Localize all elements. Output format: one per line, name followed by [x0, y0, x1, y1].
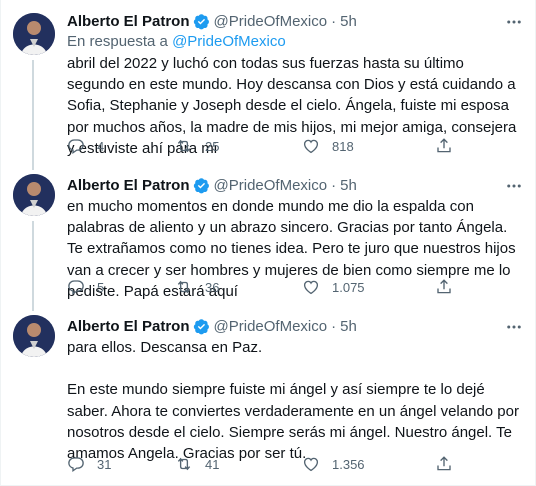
like-count: 1.075 — [332, 279, 365, 295]
tweet-header: Alberto El Patron @PrideOfMexico · 5h — [67, 11, 523, 31]
author-name[interactable]: Alberto El Patron — [67, 13, 190, 30]
tweet[interactable]: Alberto El Patron @PrideOfMexico · 5h en… — [1, 161, 535, 311]
reply-button[interactable]: 5 — [67, 278, 175, 296]
thread-connector — [32, 60, 34, 170]
like-icon — [303, 280, 319, 295]
thread-connector — [32, 221, 34, 311]
avatar[interactable] — [13, 174, 55, 216]
tweet[interactable]: Alberto El Patron @PrideOfMexico · 5h pa… — [1, 304, 535, 486]
like-button[interactable]: 1.356 — [302, 455, 435, 473]
reply-count: 4 — [97, 138, 105, 154]
share-icon — [437, 138, 451, 153]
avatar-image — [13, 174, 55, 216]
reply-to-link[interactable]: @PrideOfMexico — [172, 33, 286, 50]
more-options-icon[interactable] — [505, 177, 523, 195]
retweet-icon — [177, 457, 191, 471]
share-button[interactable] — [435, 137, 453, 155]
timestamp[interactable]: 5h — [340, 13, 357, 30]
share-button[interactable] — [435, 278, 453, 296]
retweet-count: 41 — [205, 456, 220, 472]
verified-badge-icon — [193, 177, 209, 193]
avatar[interactable] — [13, 13, 55, 55]
timestamp[interactable]: 5h — [340, 177, 357, 194]
reply-button[interactable]: 31 — [67, 455, 175, 473]
like-icon — [303, 457, 319, 472]
reply-count: 31 — [97, 456, 112, 472]
retweet-count: 36 — [205, 279, 220, 295]
retweet-icon — [177, 139, 191, 153]
avatar[interactable] — [13, 315, 55, 357]
like-button[interactable]: 818 — [302, 137, 435, 155]
tweet[interactable]: Alberto El Patron @PrideOfMexico · 5h En… — [1, 0, 535, 170]
reply-prefix: En respuesta a — [67, 33, 173, 50]
tweet-thread: Alberto El Patron @PrideOfMexico · 5h En… — [0, 0, 536, 486]
more-options-icon[interactable] — [505, 13, 523, 31]
share-icon — [437, 456, 451, 471]
reply-icon — [68, 280, 84, 296]
author-name[interactable]: Alberto El Patron — [67, 177, 190, 194]
like-button[interactable]: 1.075 — [302, 278, 435, 296]
separator-dot: · — [331, 317, 337, 335]
separator-dot: · — [331, 176, 337, 194]
share-button[interactable] — [435, 455, 453, 473]
avatar-image — [13, 13, 55, 55]
author-handle[interactable]: @PrideOfMexico — [214, 177, 328, 194]
retweet-button[interactable]: 25 — [175, 137, 302, 155]
like-count: 1.356 — [332, 456, 365, 472]
retweet-button[interactable]: 36 — [175, 278, 302, 296]
reply-button[interactable]: 4 — [67, 137, 175, 155]
author-handle[interactable]: @PrideOfMexico — [214, 13, 328, 30]
tweet-actions: 31 41 1.356 — [67, 454, 453, 474]
avatar-image — [13, 315, 55, 357]
retweet-icon — [177, 280, 191, 294]
more-options-icon[interactable] — [505, 318, 523, 336]
reply-icon — [68, 457, 84, 473]
author-handle[interactable]: @PrideOfMexico — [214, 318, 328, 335]
tweet-actions: 5 36 1.075 — [67, 277, 453, 297]
tweet-header: Alberto El Patron @PrideOfMexico · 5h — [67, 175, 523, 195]
retweet-button[interactable]: 41 — [175, 455, 302, 473]
verified-badge-icon — [193, 318, 209, 334]
timestamp[interactable]: 5h — [340, 318, 357, 335]
share-icon — [437, 279, 451, 294]
separator-dot: · — [331, 12, 337, 30]
like-count: 818 — [332, 138, 354, 154]
reply-context: En respuesta a @PrideOfMexico — [67, 32, 523, 52]
like-icon — [303, 139, 319, 154]
tweet-text: para ellos. Descansa en Paz. En este mun… — [67, 339, 519, 463]
author-name[interactable]: Alberto El Patron — [67, 318, 190, 335]
tweet-header: Alberto El Patron @PrideOfMexico · 5h — [67, 316, 523, 336]
retweet-count: 25 — [205, 138, 220, 154]
reply-count: 5 — [97, 279, 105, 295]
reply-icon — [68, 139, 84, 155]
verified-badge-icon — [193, 13, 209, 29]
tweet-actions: 4 25 818 — [67, 136, 453, 156]
